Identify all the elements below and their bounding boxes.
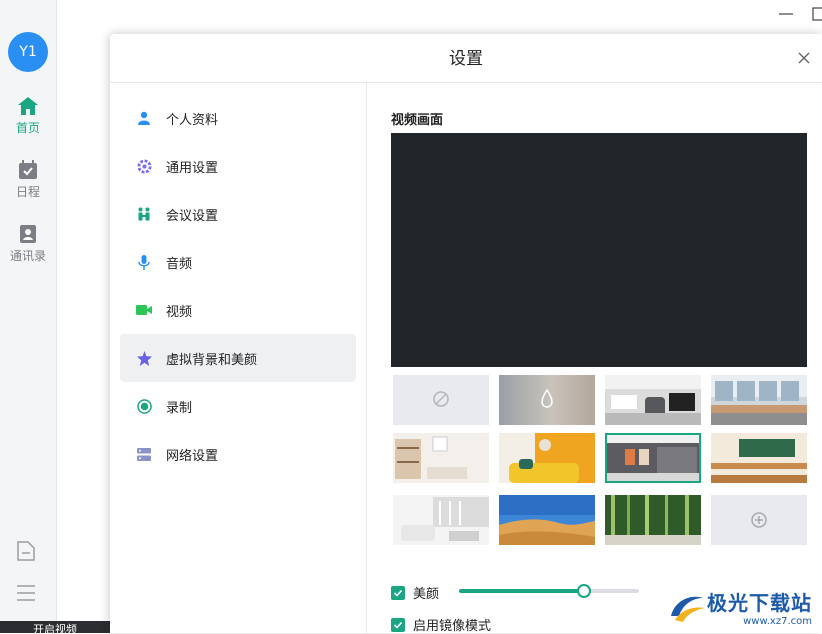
video-preview (391, 133, 807, 367)
check-icon (393, 589, 403, 597)
background-classroom[interactable] (711, 433, 807, 483)
background-yellow-sofa[interactable] (499, 433, 595, 483)
gear-icon (136, 158, 152, 174)
menu-item-meeting[interactable]: 会议设置 (120, 190, 356, 238)
add-background-button[interactable] (711, 495, 807, 545)
menu-item-general[interactable]: 通用设置 (120, 142, 356, 190)
menu-icon[interactable] (15, 582, 37, 608)
contacts-icon (20, 225, 36, 243)
dialog-title: 设置 (110, 34, 822, 83)
background-white-room[interactable] (393, 495, 489, 545)
file-icon[interactable] (15, 540, 37, 566)
background-blur[interactable] (499, 375, 595, 425)
none-icon (433, 391, 449, 407)
background-office-1[interactable] (605, 375, 701, 425)
menu-item-label: 网络设置 (166, 448, 219, 464)
menu-item-network[interactable]: 网络设置 (120, 430, 356, 478)
sparkle-icon (136, 350, 152, 366)
check-icon (393, 621, 403, 629)
settings-dialog: 设置 个人资料 通用设置 会议设置 音频 视频 虚拟背景和美颜 录制 网络设置 … (110, 34, 822, 634)
menu-item-label: 通用设置 (166, 160, 219, 176)
person-icon (136, 110, 152, 126)
background-bamboo[interactable] (605, 495, 701, 545)
nav-contacts[interactable]: 通讯录 (0, 224, 56, 264)
network-icon (136, 446, 152, 462)
menu-item-label: 音频 (166, 256, 193, 272)
beauty-slider-fill (459, 589, 584, 593)
settings-menu: 个人资料 通用设置 会议设置 音频 视频 虚拟背景和美颜 录制 网络设置 (110, 83, 367, 633)
beauty-label: 美颜 (413, 587, 440, 602)
menu-item-label: 个人资料 (166, 112, 219, 128)
background-meeting-room[interactable] (605, 433, 701, 483)
beauty-checkbox[interactable] (391, 585, 405, 600)
watermark-text: 极光下载站 (707, 591, 812, 615)
nav-contacts-label: 通讯录 (9, 249, 46, 263)
home-icon (18, 97, 38, 115)
section-title: 视频画面 (391, 113, 444, 128)
minimize-icon[interactable] (778, 6, 794, 26)
left-rail: Y1 首页 日程 通讯录 (0, 0, 57, 633)
start-video-button[interactable]: 开启视频 (0, 621, 110, 633)
menu-item-label: 会议设置 (166, 208, 219, 224)
menu-item-label: 录制 (166, 400, 193, 416)
background-office-2[interactable] (711, 375, 807, 425)
plus-circle-icon (751, 512, 767, 528)
nav-schedule-label: 日程 (15, 185, 40, 199)
background-none[interactable] (393, 375, 489, 425)
menu-item-record[interactable]: 录制 (120, 382, 356, 430)
menu-item-label: 虚拟背景和美颜 (166, 352, 258, 368)
watermark-logo-icon (671, 596, 705, 622)
nav-schedule[interactable]: 日程 (0, 160, 56, 200)
watermark: 极光下载站 www.xz7.com (667, 587, 812, 627)
mirror-label: 启用镜像模式 (413, 619, 492, 634)
mirror-row: 启用镜像模式 (391, 615, 491, 634)
background-desert[interactable] (499, 495, 595, 545)
menu-item-video[interactable]: 视频 (120, 286, 356, 334)
meeting-icon (136, 206, 152, 222)
menu-item-virtual-background[interactable]: 虚拟背景和美颜 (120, 334, 356, 382)
avatar[interactable]: Y1 (8, 32, 48, 72)
nav-home-label: 首页 (15, 121, 40, 135)
beauty-row: 美颜 (391, 583, 439, 602)
video-camera-icon (136, 302, 152, 318)
mirror-checkbox[interactable] (391, 617, 405, 632)
microphone-icon (136, 254, 152, 270)
blur-drop-icon (541, 388, 553, 408)
close-icon[interactable] (796, 50, 812, 66)
virtual-background-panel: 视频画面 美颜 启用镜像模式 (367, 83, 822, 634)
menu-item-label: 视频 (166, 304, 193, 320)
record-icon (136, 398, 152, 414)
beauty-slider[interactable] (459, 584, 639, 598)
menu-item-profile[interactable]: 个人资料 (120, 94, 356, 142)
menu-item-audio[interactable]: 音频 (120, 238, 356, 286)
nav-home[interactable]: 首页 (0, 96, 56, 136)
beauty-slider-handle[interactable] (577, 584, 592, 598)
calendar-icon (19, 160, 37, 179)
maximize-icon[interactable] (812, 6, 822, 26)
watermark-url: www.xz7.com (743, 616, 812, 627)
background-living-room[interactable] (393, 433, 489, 483)
